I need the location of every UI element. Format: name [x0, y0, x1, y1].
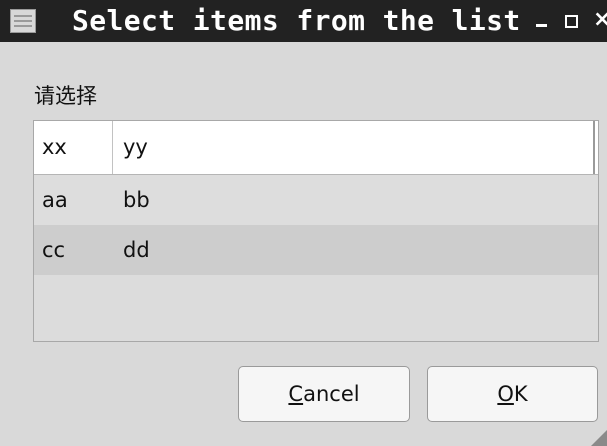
- close-icon: ×: [593, 10, 607, 30]
- table-cell: bb: [123, 188, 150, 212]
- column-header-yy[interactable]: yy: [113, 121, 595, 174]
- cancel-button[interactable]: Cancel: [238, 366, 410, 422]
- maximize-button[interactable]: [562, 10, 580, 30]
- items-table[interactable]: xx yy aa bb cc dd: [33, 120, 599, 342]
- table-cell: aa: [42, 188, 68, 212]
- table-header: xx yy: [34, 121, 598, 175]
- table-cell: dd: [123, 238, 150, 262]
- table-cell: cc: [42, 238, 66, 262]
- cancel-label: ancel: [303, 382, 360, 406]
- column-header-xx[interactable]: xx: [34, 121, 113, 174]
- resize-grip-icon[interactable]: [591, 430, 607, 446]
- close-button[interactable]: ×: [592, 10, 607, 30]
- minimize-button[interactable]: [533, 10, 551, 30]
- table-row[interactable]: cc dd: [34, 225, 598, 275]
- dialog-window: Select items from the list × 请选择 xx yy a…: [0, 0, 607, 446]
- window-menu-icon[interactable]: [10, 9, 36, 33]
- ok-label: K: [513, 382, 528, 406]
- cancel-mnemonic: C: [288, 382, 304, 406]
- table-row[interactable]: aa bb: [34, 175, 598, 225]
- ok-button[interactable]: OK: [427, 366, 598, 422]
- prompt-label: 请选择: [34, 84, 97, 108]
- ok-mnemonic: O: [497, 382, 514, 406]
- title-bar[interactable]: Select items from the list ×: [0, 0, 607, 42]
- window-title: Select items from the list: [72, 4, 521, 37]
